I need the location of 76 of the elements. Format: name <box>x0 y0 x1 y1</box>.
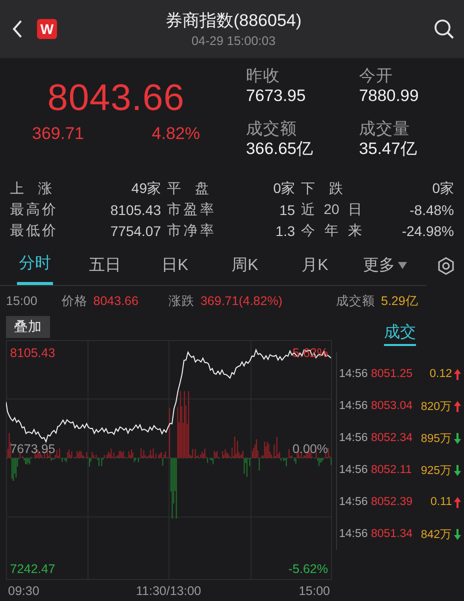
current-price: 8043.66 <box>47 78 185 118</box>
search-icon[interactable] <box>434 19 454 39</box>
trade-time: 14:56 <box>339 368 369 380</box>
stat-label: 上涨 <box>10 180 52 198</box>
period-tab[interactable]: 分时 <box>17 245 53 285</box>
axis-low-percent: -5.62% <box>288 562 328 576</box>
trade-volume: 925万 <box>420 464 453 478</box>
stat-value: 7754.07 <box>109 222 162 238</box>
period-tab[interactable]: 月K <box>280 245 350 285</box>
stat-label: 平盘 <box>166 180 209 198</box>
stat-value: 15 <box>278 202 296 218</box>
stat-label: 下跌 <box>300 180 343 198</box>
axis-high: 8105.43 <box>10 346 56 360</box>
field-value: 366.65亿 <box>246 139 314 159</box>
field-value: 7880.99 <box>359 86 420 106</box>
trade-volume: 895万 <box>420 432 453 446</box>
trade-price: 8051.25 <box>371 368 414 380</box>
stat-value: -8.48% <box>408 202 455 218</box>
change-percent: 4.82% <box>152 124 200 144</box>
chart-change: 369.71(4.82%) <box>200 294 282 308</box>
stat-label: 市盈率 <box>166 200 214 218</box>
price-label: 价格 <box>61 292 88 310</box>
trade-time: 14:56 <box>339 400 369 412</box>
field-label: 昨收 <box>246 66 281 86</box>
axis-low: 7242.47 <box>10 562 56 576</box>
chart-price: 8043.66 <box>93 294 138 308</box>
trade-time: 14:56 <box>339 432 369 444</box>
timestamp: 04-29 15:00:03 <box>191 34 276 48</box>
stat-label: 最低价 <box>10 222 56 240</box>
trade-volume: 0.12 <box>428 368 453 380</box>
period-tab[interactable]: 日K <box>140 245 210 285</box>
settings-icon[interactable] <box>437 257 455 275</box>
stat-label: 近20日 <box>300 200 362 218</box>
field-label: 今开 <box>359 66 394 86</box>
field-label: 成交量 <box>359 119 411 139</box>
stat-label: 市净率 <box>166 222 214 240</box>
stat-label: 最高价 <box>10 200 56 218</box>
stat-label: 今年来 <box>300 222 362 240</box>
trade-price: 8052.11 <box>371 464 413 476</box>
trade-volume: 820万 <box>420 400 453 414</box>
stat-value: 0家 <box>431 180 455 198</box>
period-tab[interactable]: 五日 <box>70 245 140 285</box>
stat-value: 0家 <box>272 180 296 198</box>
stat-value: -24.98% <box>400 222 455 238</box>
amount-label: 成交额 <box>336 292 375 310</box>
trade-time: 14:56 <box>339 464 369 476</box>
trade-price: 8053.04 <box>371 400 414 412</box>
trade-price: 8052.39 <box>371 496 414 508</box>
caret-icon <box>398 262 407 268</box>
field-label: 成交额 <box>246 119 298 139</box>
trade-volume: 842万 <box>420 528 453 542</box>
period-tab[interactable]: 周K <box>210 245 280 285</box>
trade-price: 8051.34 <box>371 528 414 540</box>
trade-amount: 5.29亿 <box>381 292 418 310</box>
back-icon[interactable] <box>12 19 23 39</box>
trade-price: 8052.34 <box>371 432 414 444</box>
field-value: 7673.95 <box>246 86 307 106</box>
price-change: 369.71 <box>32 124 84 144</box>
chart-time: 15:00 <box>6 294 38 308</box>
time-axis-label: 09:30 <box>8 584 40 598</box>
stat-value: 49家 <box>130 180 162 198</box>
trades-tab[interactable]: 成交 <box>384 322 416 346</box>
time-axis-label: 11:30/13:00 <box>136 584 202 598</box>
stat-value: 1.3 <box>274 222 296 238</box>
trade-time: 14:56 <box>339 528 369 540</box>
trade-volume: 0.11 <box>429 496 453 508</box>
overlay-button[interactable]: 叠加 <box>6 316 50 338</box>
page-title: 券商指数(886054) <box>165 10 302 32</box>
field-value: 35.47亿 <box>359 139 418 159</box>
change-label: 涨跌 <box>168 292 194 310</box>
app-logo[interactable]: W <box>37 19 57 39</box>
trade-time: 14:56 <box>339 496 369 508</box>
period-tab[interactable]: 更多 <box>350 245 420 285</box>
time-axis-label: 15:00 <box>298 584 330 598</box>
axis-base-percent: 0.00% <box>292 442 328 456</box>
stat-value: 8105.43 <box>109 202 162 218</box>
